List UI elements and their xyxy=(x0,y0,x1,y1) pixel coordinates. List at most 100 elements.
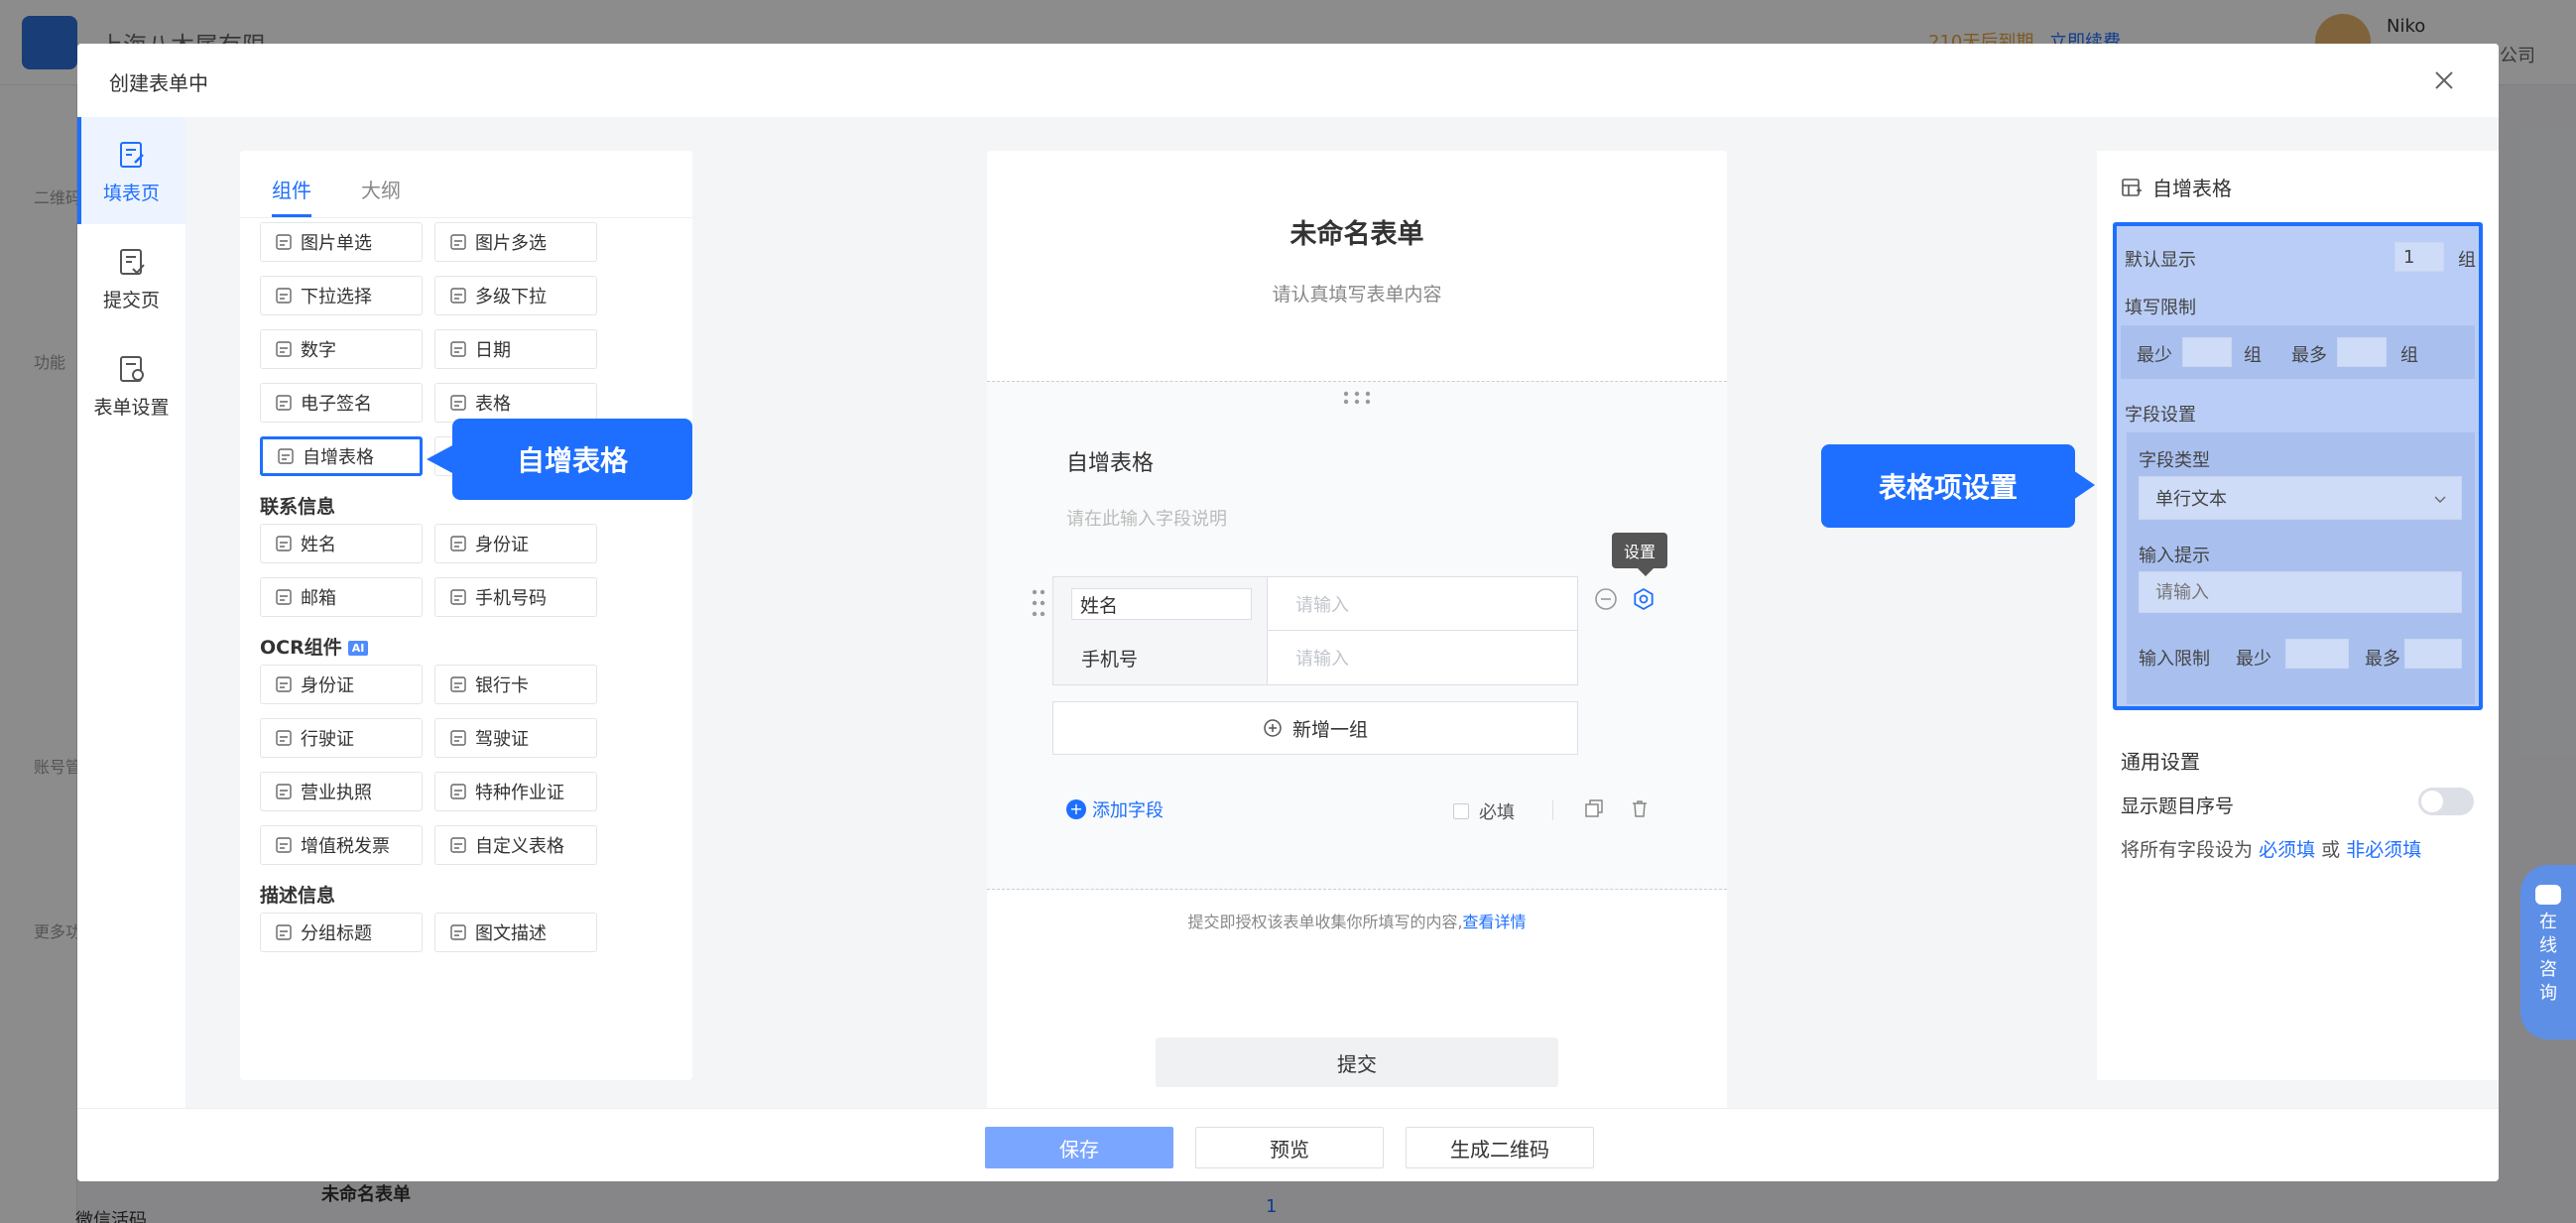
component-business-license[interactable]: 营业执照 xyxy=(260,772,423,811)
component-label: 增值税发票 xyxy=(301,836,390,857)
input-min-length[interactable] xyxy=(2285,639,2349,669)
component-date[interactable]: 日期 xyxy=(434,329,597,369)
table-row: 请输入 xyxy=(1053,577,1577,631)
properties-header: 自增表格 xyxy=(2121,173,2232,201)
component-rich-desc[interactable]: 图文描述 xyxy=(434,913,597,952)
close-icon[interactable] xyxy=(2429,65,2459,95)
component-phone[interactable]: 手机号码 xyxy=(434,577,597,617)
chevron-down-icon xyxy=(2434,496,2446,503)
field-hint[interactable]: 请在此输入字段说明 xyxy=(1066,505,1227,531)
trash-icon[interactable] xyxy=(1630,798,1650,818)
component-cascade-dropdown[interactable]: 多级下拉 xyxy=(434,276,597,315)
input-hint-field[interactable] xyxy=(2139,571,2462,613)
submit-button[interactable]: 提交 xyxy=(1156,1038,1558,1087)
plus-circle-icon xyxy=(1264,719,1282,737)
component-mail[interactable]: 邮箱 xyxy=(260,577,423,617)
component-image-multi[interactable]: 图片多选 xyxy=(434,222,597,262)
field-type-label: 字段类型 xyxy=(2139,450,2210,471)
component-ocr-id[interactable]: 身份证 xyxy=(260,665,423,704)
table-item-settings-highlight: 默认显示 组 填写限制 最少 组 最多 组 字段设置 字段类型 单行文本 输入提… xyxy=(2113,222,2483,710)
field-block-auto-table[interactable]: 自增表格 请在此输入字段说明 请输入 手机号 请输入 xyxy=(987,381,1727,890)
show-seq-toggle[interactable] xyxy=(2418,788,2474,815)
person-icon xyxy=(276,536,292,551)
mail-icon xyxy=(276,589,292,605)
component-signature[interactable]: 电子签名 xyxy=(260,383,423,423)
add-field-button[interactable]: + 添加字段 xyxy=(1066,796,1164,822)
ai-badge: AI xyxy=(347,641,369,656)
drag-handle-icon[interactable] xyxy=(1342,390,1372,406)
input-max-length[interactable] xyxy=(2404,639,2462,669)
generate-qrcode-button[interactable]: 生成二维码 xyxy=(1406,1127,1594,1168)
component-label: 手机号码 xyxy=(475,588,547,609)
component-bank-card[interactable]: 银行卡 xyxy=(434,665,597,704)
add-group-button[interactable]: 新增一组 xyxy=(1052,701,1578,755)
nav-item-fill-page[interactable]: 填表页 xyxy=(77,117,185,224)
general-settings-title: 通用设置 xyxy=(2121,750,2200,774)
invoice-icon xyxy=(276,837,292,853)
component-label: 特种作业证 xyxy=(475,783,564,803)
set-all-optional-link[interactable]: 非必须填 xyxy=(2346,839,2421,861)
fill-limit-group: 最少 组 最多 组 xyxy=(2121,325,2475,379)
tab-components[interactable]: 组件 xyxy=(272,175,311,217)
remove-row-icon[interactable] xyxy=(1594,587,1618,611)
fill-limit-label: 填写限制 xyxy=(2125,298,2196,318)
min-groups-input[interactable] xyxy=(2182,337,2232,367)
nav-item-submit-page[interactable]: 提交页 xyxy=(77,224,185,331)
row-drag-handle-icon[interactable] xyxy=(1031,588,1046,618)
copy-icon[interactable] xyxy=(1584,798,1604,818)
tab-outline[interactable]: 大纲 xyxy=(361,175,401,203)
view-details-link[interactable]: 查看详情 xyxy=(1463,913,1527,931)
field-type-select[interactable]: 单行文本 xyxy=(2139,476,2462,520)
field-settings-group: 字段类型 单行文本 输入提示 输入限制 最少 最多 xyxy=(2127,432,2475,704)
save-button[interactable]: 保存 xyxy=(985,1127,1173,1168)
component-driver-license[interactable]: 驾驶证 xyxy=(434,718,597,758)
component-special-cert[interactable]: 特种作业证 xyxy=(434,772,597,811)
component-table[interactable]: 表格 xyxy=(434,383,597,423)
nav-item-form-settings[interactable]: 表单设置 xyxy=(77,331,185,438)
callout-arrow-left-icon xyxy=(427,444,454,474)
form-description[interactable]: 请认真填写表单内容 xyxy=(987,280,1727,306)
component-label: 日期 xyxy=(475,340,511,361)
modal-header: 创建表单中 xyxy=(77,44,2499,117)
table-icon xyxy=(450,395,466,411)
component-image-single[interactable]: 图片单选 xyxy=(260,222,423,262)
component-number[interactable]: 数字 xyxy=(260,329,423,369)
component-label: 自增表格 xyxy=(303,447,374,468)
row-settings-icon[interactable] xyxy=(1632,587,1656,611)
set-all-required-link[interactable]: 必须填 xyxy=(2259,839,2315,861)
component-auto-table[interactable]: 自增表格 xyxy=(260,436,423,476)
field-label[interactable]: 自增表格 xyxy=(1066,445,1154,477)
table-cell-label[interactable]: 手机号 xyxy=(1053,631,1268,684)
properties-panel: 自增表格 默认显示 组 填写限制 最少 组 最多 组 字段设置 字段类型 单行文… xyxy=(2097,151,2499,1080)
default-count-input[interactable] xyxy=(2394,242,2444,272)
vehicle-license-icon xyxy=(276,730,292,746)
field-settings-label: 字段设置 xyxy=(2125,405,2196,426)
table-cell-input: 请输入 xyxy=(1295,649,1349,670)
online-consult-button[interactable]: 在线咨询 xyxy=(2520,865,2576,1040)
min-label: 最少 xyxy=(2137,345,2172,366)
component-label: 图片单选 xyxy=(301,233,372,254)
max-groups-input[interactable] xyxy=(2337,337,2387,367)
max-label: 最多 xyxy=(2365,649,2400,670)
group-title-icon xyxy=(276,924,292,940)
form-canvas: 未命名表单 请认真填写表单内容 自增表格 请在此输入字段说明 请输入 手机号 xyxy=(987,151,1727,1143)
required-checkbox[interactable]: 必填 xyxy=(1453,798,1515,824)
input-hint-label: 输入提示 xyxy=(2139,546,2210,566)
component-person[interactable]: 姓名 xyxy=(260,524,423,563)
form-title[interactable]: 未命名表单 xyxy=(987,212,1727,251)
component-tabs: 组件 大纲 xyxy=(240,151,692,218)
component-group-title[interactable]: 分组标题 xyxy=(260,913,423,952)
add-field-label: 添加字段 xyxy=(1092,800,1164,821)
consult-char: 咨 xyxy=(2539,959,2557,980)
component-invoice[interactable]: 增值税发票 xyxy=(260,825,423,865)
component-panel: 组件 大纲 图片单选图片多选下拉选择多级下拉数字日期电子签名表格自增表格检查项联… xyxy=(240,151,692,1080)
component-id-card[interactable]: 身份证 xyxy=(434,524,597,563)
driver-license-icon xyxy=(450,730,466,746)
component-custom-table[interactable]: 自定义表格 xyxy=(434,825,597,865)
preview-button[interactable]: 预览 xyxy=(1195,1127,1384,1168)
ocr-id-icon xyxy=(276,676,292,692)
component-vehicle-license[interactable]: 行驶证 xyxy=(260,718,423,758)
row-name-input[interactable] xyxy=(1071,588,1252,620)
component-dropdown[interactable]: 下拉选择 xyxy=(260,276,423,315)
business-license-icon xyxy=(276,784,292,799)
